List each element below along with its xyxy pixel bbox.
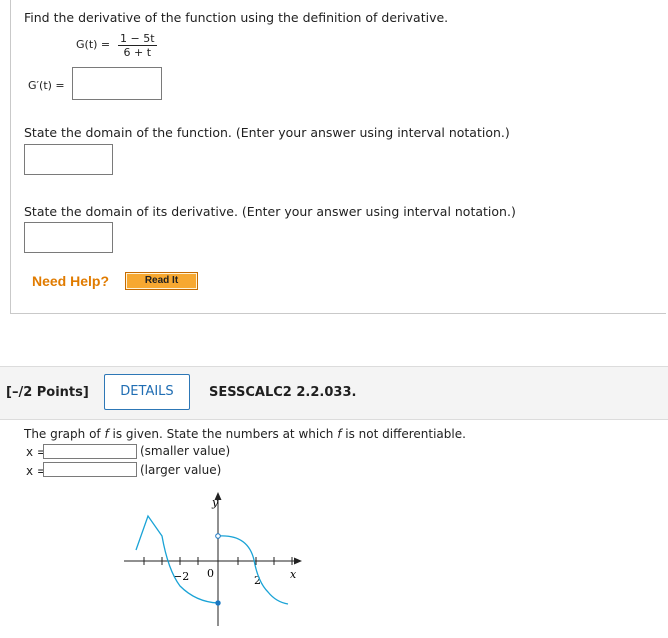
- graph-closed-point: [215, 600, 221, 606]
- x-axis-label: x: [290, 568, 297, 581]
- domain-derivative-input[interactable]: [24, 222, 113, 253]
- smaller-value-label: (smaller value): [140, 444, 231, 458]
- details-button[interactable]: DETAILS: [104, 374, 190, 410]
- problem-code: SESSCALC2 2.2.033.: [209, 385, 357, 400]
- y-axis-label: y: [211, 496, 219, 509]
- graph-curve-left: [135, 514, 219, 604]
- larger-value-label: (larger value): [140, 463, 222, 477]
- problem-1-prompt: Find the derivative of the function usin…: [24, 10, 449, 25]
- function-name: G(t): [76, 38, 98, 51]
- equals-sign: =: [100, 38, 111, 51]
- derivative-answer-input[interactable]: [72, 67, 162, 100]
- domain-function-prompt: State the domain of the function. (Enter…: [24, 125, 510, 140]
- x-smaller-input[interactable]: [43, 444, 137, 459]
- fraction-denominator: 6 + t: [123, 46, 152, 59]
- need-help-label: Need Help?: [32, 273, 110, 289]
- function-lhs: G(t) =: [76, 38, 110, 51]
- function-fraction: 1 − 5t 6 + t: [118, 32, 157, 59]
- domain-function-input[interactable]: [24, 144, 113, 175]
- derivative-label: G′(t) =: [28, 79, 65, 92]
- points-label: [–/2 Points]: [6, 385, 89, 400]
- fraction-numerator: 1 − 5t: [118, 32, 157, 46]
- graph-open-point: [215, 533, 221, 539]
- function-graph: y x −2 0 2: [124, 492, 302, 626]
- read-it-button[interactable]: Read It: [125, 272, 198, 290]
- x-larger-input[interactable]: [43, 462, 137, 477]
- x-axis-arrow: [294, 557, 302, 565]
- tick-label-neg2: −2: [173, 570, 189, 583]
- graph-curve-right: [217, 535, 289, 605]
- tick-label-0: 0: [207, 567, 214, 580]
- domain-derivative-prompt: State the domain of its derivative. (Ent…: [24, 204, 516, 219]
- problem-2-prompt: The graph of f is given. State the numbe…: [24, 427, 466, 441]
